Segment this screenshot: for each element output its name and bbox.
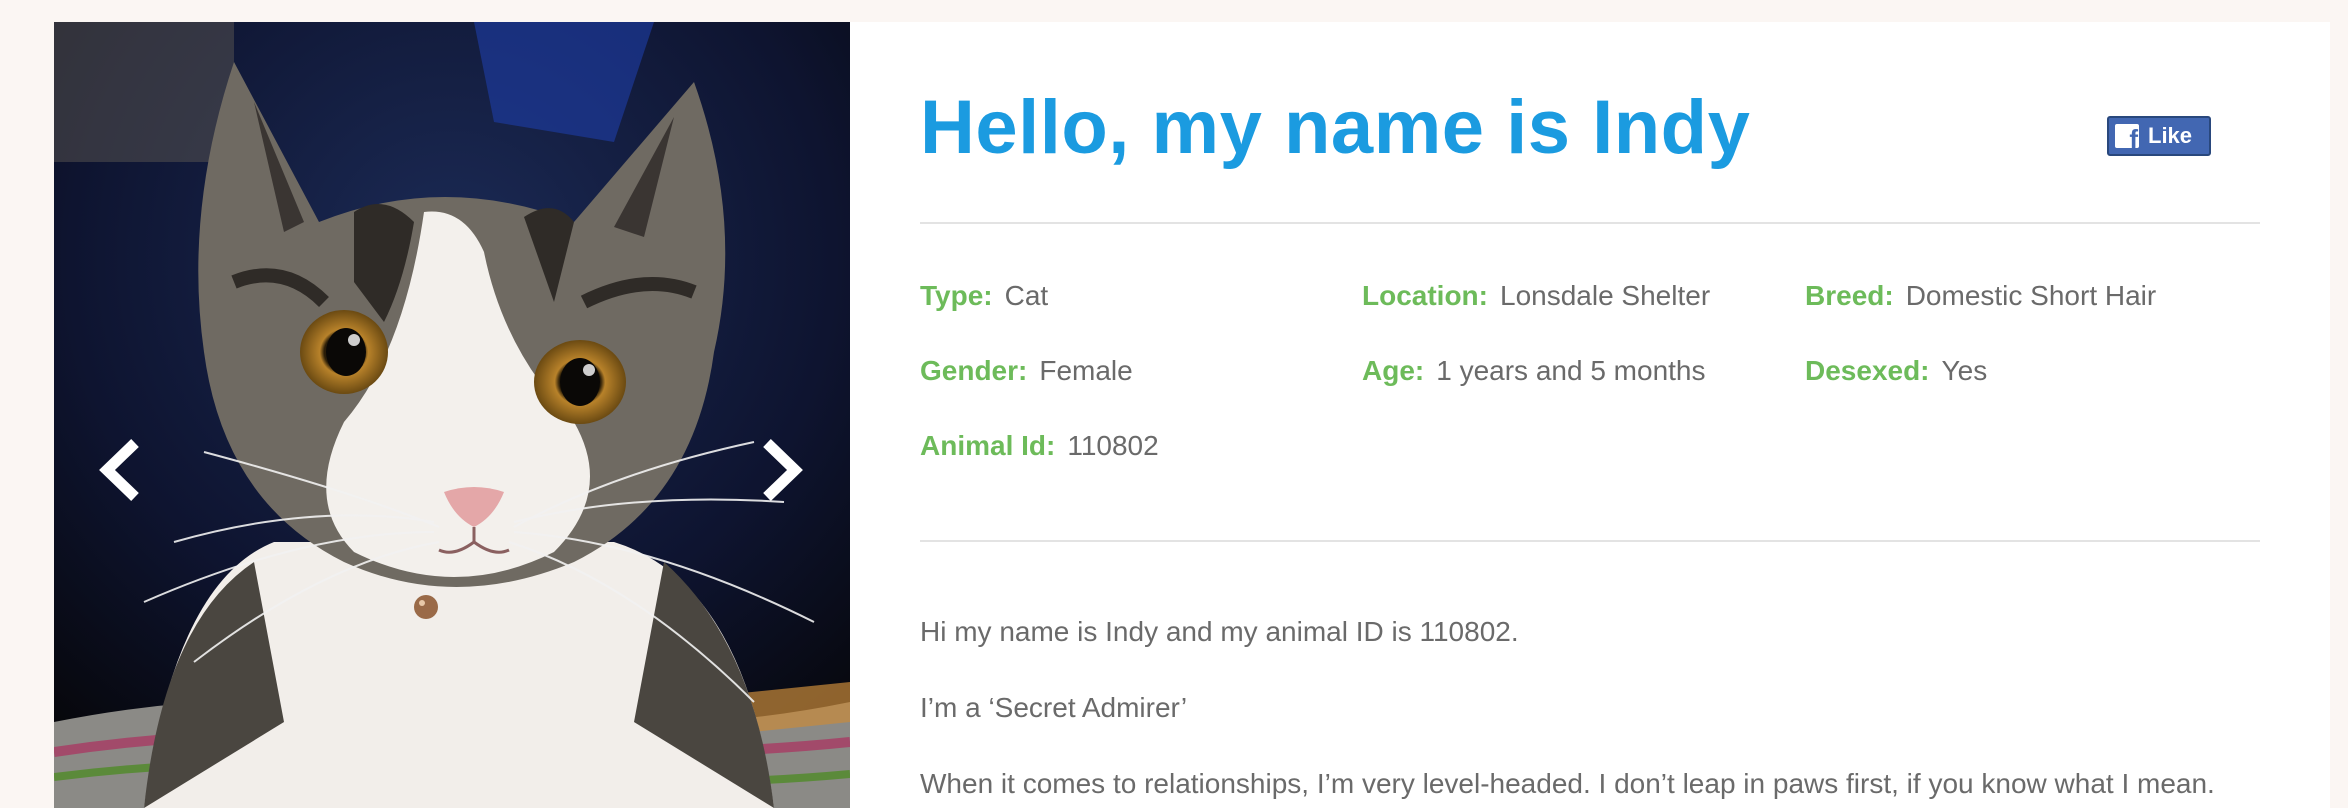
attribute-value: Yes xyxy=(1941,355,1988,386)
attribute-value: 110802 xyxy=(1067,430,1159,461)
attribute-gender: Gender: Female xyxy=(920,355,1133,387)
gallery-next-button[interactable] xyxy=(750,430,814,510)
attribute-label: Age: xyxy=(1362,355,1425,386)
attribute-label: Desexed: xyxy=(1805,355,1930,386)
attribute-age: Age: 1 years and 5 months xyxy=(1362,355,1706,387)
description-paragraph: Hi my name is Indy and my animal ID is 1… xyxy=(920,616,1519,647)
attribute-value: Female xyxy=(1039,355,1133,386)
attribute-value: Cat xyxy=(1004,280,1049,311)
attribute-location: Location: Lonsdale Shelter xyxy=(1362,280,1710,312)
photo-gallery xyxy=(54,22,850,808)
attribute-label: Gender: xyxy=(920,355,1028,386)
gallery-prev-button[interactable] xyxy=(88,430,152,510)
description-paragraph: I’m a ‘Secret Admirer’ xyxy=(920,692,1188,723)
attribute-value: Lonsdale Shelter xyxy=(1500,280,1711,311)
attribute-label: Type: xyxy=(920,280,993,311)
cat-photo xyxy=(54,22,850,808)
like-label: Like xyxy=(2148,123,2193,148)
attribute-animal-id: Animal Id: 110802 xyxy=(920,430,1159,462)
chevron-right-icon xyxy=(763,439,803,501)
chevron-left-icon xyxy=(99,439,139,501)
attribute-value: 1 years and 5 months xyxy=(1436,355,1706,386)
divider xyxy=(920,222,2260,224)
attribute-value: Domestic Short Hair xyxy=(1905,280,2157,311)
attribute-label: Animal Id: xyxy=(920,430,1056,461)
facebook-like-button[interactable]: f Like xyxy=(2107,116,2211,156)
description-paragraph: When it comes to relationships, I’m very… xyxy=(920,768,2215,799)
attribute-breed: Breed: Domestic Short Hair xyxy=(1805,280,2156,312)
attribute-label: Location: xyxy=(1362,280,1488,311)
attribute-desexed: Desexed: Yes xyxy=(1805,355,1987,387)
attribute-label: Breed: xyxy=(1805,280,1894,311)
page-title: Hello, my name is Indy xyxy=(920,85,1751,170)
facebook-icon: f xyxy=(2115,124,2139,148)
attribute-type: Type: Cat xyxy=(920,280,1048,312)
divider xyxy=(920,540,2260,542)
